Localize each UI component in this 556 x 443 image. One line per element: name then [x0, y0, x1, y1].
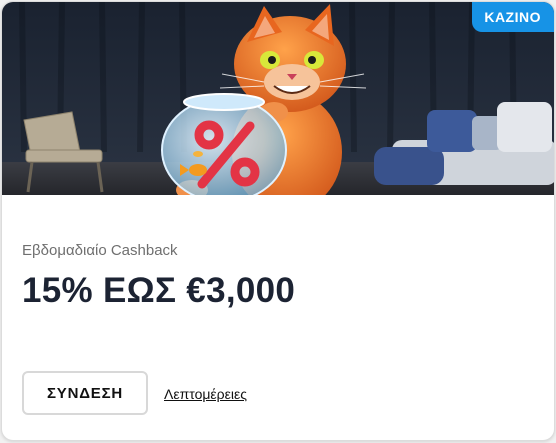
promo-subtitle: Εβδομαδιαίο Cashback — [22, 242, 178, 259]
promo-headline: 15% ΕΩΣ €3,000 — [22, 271, 296, 310]
category-badge: KAZINO — [472, 2, 554, 32]
details-link[interactable]: Λεπτομέρειες — [164, 386, 247, 402]
cat-fishbowl-illustration — [2, 2, 554, 195]
promo-banner-image: KAZINO — [2, 2, 554, 195]
promo-card: KAZINO Εβδομαδιαίο Cashback 15% ΕΩΣ €3,0… — [1, 1, 555, 441]
login-button[interactable]: ΣΥΝΔΕΣΗ — [22, 371, 148, 415]
promo-body: Εβδομαδιαίο Cashback 15% ΕΩΣ €3,000 ΣΥΝΔ… — [2, 195, 554, 440]
